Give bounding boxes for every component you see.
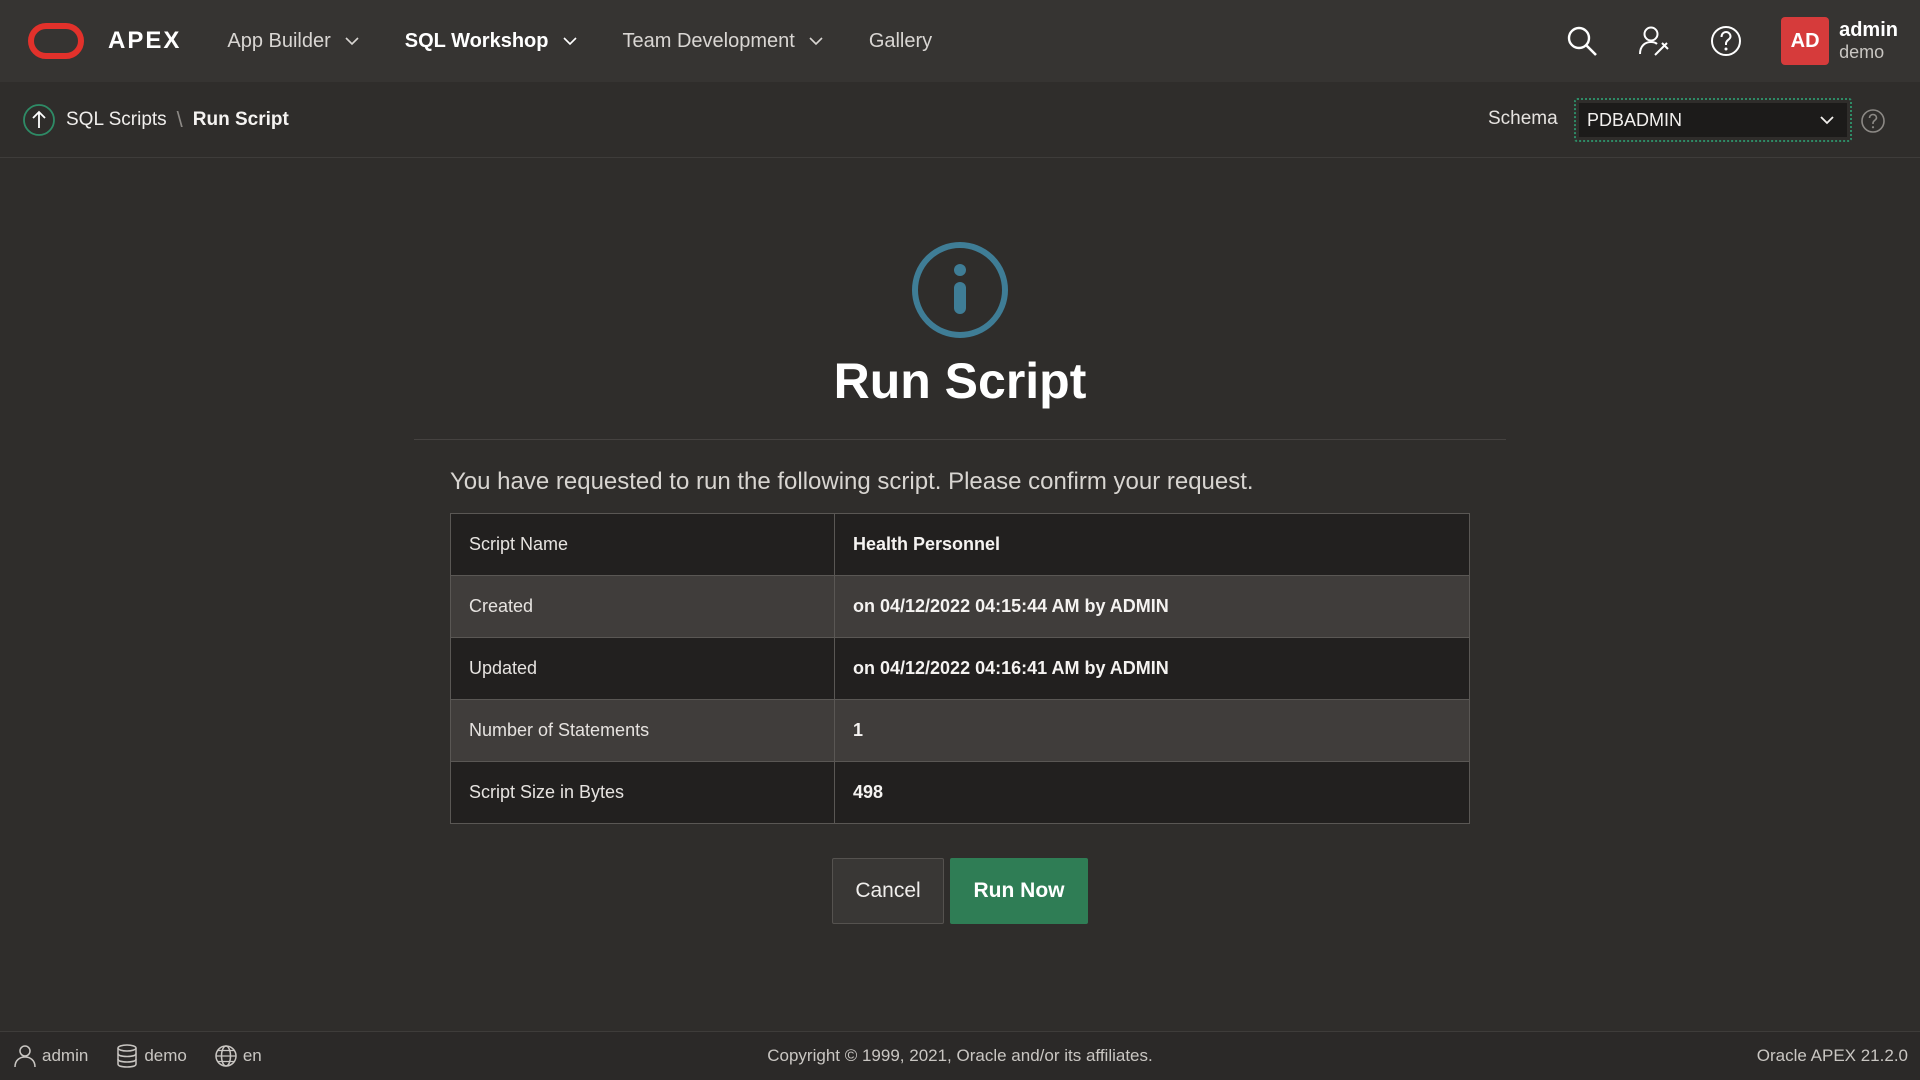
nav-gallery-label: Gallery	[868, 29, 933, 52]
nav-sql-workshop[interactable]: SQL Workshop	[405, 30, 577, 53]
row-value: 498	[834, 761, 1470, 824]
nav-app-builder-label: App Builder	[227, 29, 331, 52]
table-row: Script Name Health Personnel	[450, 513, 1470, 576]
chevron-down-icon	[562, 37, 577, 46]
info-icon	[912, 242, 1008, 338]
row-value: on 04/12/2022 04:16:41 AM by ADMIN	[834, 637, 1470, 700]
run-now-button[interactable]: Run Now	[950, 858, 1088, 924]
table-row: Updated on 04/12/2022 04:16:41 AM by ADM…	[450, 637, 1470, 700]
administration-icon[interactable]	[1637, 24, 1671, 58]
schema-value: PDBADMIN	[1587, 109, 1683, 130]
schema-label: Schema	[1488, 108, 1558, 129]
breadcrumb-current: Run Script	[192, 108, 289, 130]
version: Oracle APEX 21.2.0	[1756, 1046, 1908, 1065]
nav-gallery[interactable]: Gallery	[869, 30, 932, 53]
main-nav: App Builder SQL Workshop Team Developmen…	[227, 30, 978, 53]
nav-team-development[interactable]: Team Development	[623, 30, 823, 53]
footer-status: admin demo en	[12, 1043, 288, 1069]
database-icon	[117, 1044, 138, 1068]
table-row: Number of Statements 1	[450, 699, 1470, 762]
header-actions: AD admin demo	[1565, 0, 1920, 82]
cancel-button[interactable]: Cancel	[832, 858, 944, 924]
schema-select[interactable]: PDBADMIN	[1574, 98, 1852, 142]
logo-text: APEX	[108, 27, 182, 54]
oracle-logo-icon	[28, 23, 84, 59]
footer-user[interactable]: admin	[12, 1043, 88, 1069]
footer: admin demo en Copyright © 1999, 2021, Or…	[0, 1031, 1920, 1080]
user-menu[interactable]: admin demo	[1839, 19, 1898, 63]
chevron-down-icon	[345, 37, 359, 46]
breadcrumb-separator: \	[176, 106, 183, 132]
workspace-name: demo	[1839, 42, 1885, 63]
row-key: Updated	[450, 637, 835, 700]
chevron-down-icon	[809, 37, 823, 46]
help-icon[interactable]	[1709, 24, 1743, 58]
script-details-table: Script Name Health Personnel Created on …	[450, 513, 1470, 824]
footer-user-label: admin	[42, 1046, 89, 1065]
row-key: Script Name	[450, 513, 835, 576]
nav-sql-workshop-label: SQL Workshop	[404, 29, 549, 52]
globe-icon	[215, 1045, 237, 1067]
table-row: Created on 04/12/2022 04:15:44 AM by ADM…	[450, 575, 1470, 638]
chevron-down-icon	[1820, 116, 1834, 125]
row-key: Script Size in Bytes	[450, 761, 835, 824]
footer-language-label: en	[242, 1046, 262, 1065]
top-header: APEX App Builder SQL Workshop Team Devel…	[0, 0, 1920, 82]
schema-help-icon[interactable]	[1860, 108, 1886, 134]
confirmation-message: You have requested to run the following …	[450, 468, 1254, 495]
table-row: Script Size in Bytes 498	[450, 761, 1470, 824]
user-icon	[14, 1045, 36, 1068]
nav-app-builder[interactable]: App Builder	[227, 29, 359, 53]
row-value: Health Personnel	[834, 513, 1470, 576]
user-name: admin	[1839, 19, 1898, 42]
apex-logo[interactable]: APEX	[28, 23, 181, 59]
arrow-up-icon[interactable]	[22, 103, 56, 137]
breadcrumb-sql-scripts[interactable]: SQL Scripts	[66, 109, 167, 131]
row-value: 1	[834, 699, 1470, 762]
avatar[interactable]: AD	[1781, 17, 1830, 65]
breadcrumb-bar: SQL Scripts \ Run Script Schema PDBADMIN	[0, 82, 1920, 158]
page-title: Run Script	[833, 353, 1087, 409]
row-key: Number of Statements	[450, 699, 835, 762]
schema-select-box[interactable]: PDBADMIN	[1579, 103, 1847, 137]
divider	[414, 439, 1506, 440]
row-value: on 04/12/2022 04:15:44 AM by ADMIN	[834, 575, 1470, 638]
row-key: Created	[450, 575, 835, 638]
nav-team-development-label: Team Development	[622, 29, 795, 52]
copyright: Copyright © 1999, 2021, Oracle and/or it…	[767, 1046, 1153, 1065]
footer-workspace-label: demo	[144, 1046, 187, 1065]
footer-language[interactable]: en	[213, 1043, 262, 1069]
search-icon[interactable]	[1565, 24, 1599, 58]
footer-workspace[interactable]: demo	[114, 1043, 187, 1069]
